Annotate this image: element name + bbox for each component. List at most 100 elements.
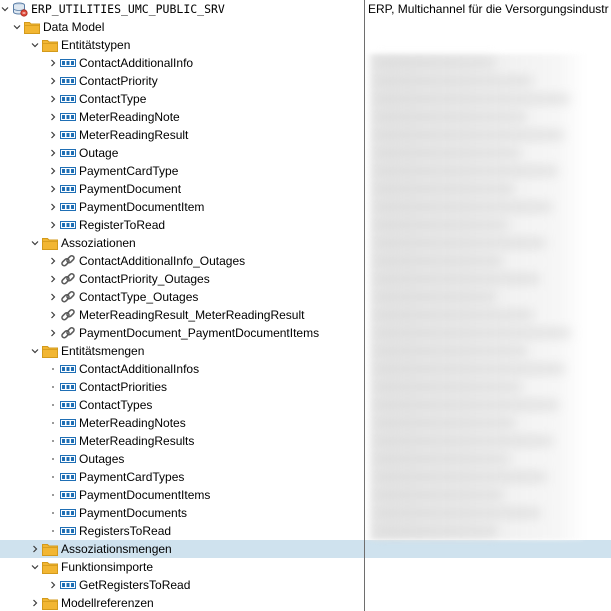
blurred-text-line — [376, 454, 510, 464]
tree-node-label: ContactAdditionalInfos — [79, 362, 200, 376]
link-icon — [59, 288, 77, 306]
leaf-bullet-icon — [48, 486, 58, 504]
blurred-text-line — [376, 94, 570, 104]
chevron-right-icon[interactable] — [48, 216, 58, 234]
entity-type-icon — [59, 414, 77, 432]
tree-node-label: PaymentDocuments — [79, 506, 188, 520]
tree-node-label: PaymentDocumentItems — [79, 488, 211, 502]
blurred-text-line — [376, 418, 516, 428]
blurred-text-line — [376, 364, 565, 374]
root-description: ERP, Multichannel für die Versorgungsind… — [368, 2, 609, 16]
tree-node-label: Assoziationen — [61, 236, 136, 250]
tree-node-label: Funktionsimporte — [61, 560, 154, 574]
chevron-down-icon[interactable] — [30, 234, 40, 252]
chevron-right-icon[interactable] — [48, 90, 58, 108]
chevron-right-icon[interactable] — [48, 126, 58, 144]
chevron-right-icon[interactable] — [48, 54, 58, 72]
description-column: ERP, Multichannel für die Versorgungsind… — [366, 0, 611, 611]
leaf-bullet-icon — [48, 504, 58, 522]
tree-node-label: Entitätstypen — [61, 38, 131, 52]
blurred-text-line — [376, 202, 552, 212]
tree-node-label: PaymentDocumentItem — [79, 200, 205, 214]
tree-node-label: PaymentDocument_PaymentDocumentItems — [79, 326, 320, 340]
chevron-right-icon[interactable] — [48, 270, 58, 288]
blurred-text-line — [376, 292, 497, 302]
blurred-text-line — [376, 76, 533, 86]
entity-type-icon — [59, 162, 77, 180]
chevron-down-icon[interactable] — [0, 0, 10, 18]
tree-node-label: ERP_UTILITIES_UMC_PUBLIC_SRV — [31, 2, 225, 16]
chevron-right-icon[interactable] — [48, 576, 58, 594]
link-icon — [59, 324, 77, 342]
tree-node-label: Data Model — [43, 20, 105, 34]
entity-type-icon — [59, 72, 77, 90]
blurred-text-line — [376, 220, 509, 230]
entity-type-icon — [59, 180, 77, 198]
entity-type-icon — [59, 378, 77, 396]
entity-type-icon — [59, 126, 77, 144]
chevron-right-icon[interactable] — [48, 252, 58, 270]
folder-icon — [41, 594, 59, 611]
chevron-right-icon[interactable] — [48, 108, 58, 126]
chevron-down-icon[interactable] — [12, 18, 22, 36]
leaf-bullet-icon — [48, 414, 58, 432]
chevron-right-icon[interactable] — [48, 162, 58, 180]
chevron-down-icon[interactable] — [30, 342, 40, 360]
blurred-text-line — [376, 526, 498, 536]
leaf-bullet-icon — [48, 450, 58, 468]
tree-node-label: MeterReadingNotes — [79, 416, 186, 430]
entity-type-icon — [59, 90, 77, 108]
chevron-right-icon[interactable] — [48, 72, 58, 90]
blurred-descriptions — [366, 54, 586, 540]
blurred-text-line — [376, 310, 534, 320]
entity-type-icon — [59, 450, 77, 468]
chevron-right-icon[interactable] — [48, 144, 58, 162]
entity-type-icon — [59, 108, 77, 126]
chevron-right-icon[interactable] — [48, 198, 58, 216]
chevron-right-icon[interactable] — [48, 306, 58, 324]
tree-node-label: MeterReadingResult — [79, 128, 189, 142]
tree-node-label: ContactPriority — [79, 74, 158, 88]
folder-icon — [41, 342, 59, 360]
leaf-bullet-icon — [48, 378, 58, 396]
link-icon — [59, 252, 77, 270]
entity-type-icon — [59, 216, 77, 234]
chevron-right-icon[interactable] — [30, 540, 40, 558]
chevron-down-icon[interactable] — [30, 36, 40, 54]
entity-type-icon — [59, 576, 77, 594]
entity-type-icon — [59, 432, 77, 450]
tree-view: ERP_UTILITIES_UMC_PUBLIC_SRV Data Model En… — [0, 0, 611, 611]
leaf-bullet-icon — [48, 522, 58, 540]
tree-node-label: Modellreferenzen — [61, 596, 154, 610]
blurred-text-line — [376, 184, 515, 194]
blurred-text-line — [376, 382, 522, 392]
chevron-right-icon[interactable] — [48, 288, 58, 306]
chevron-right-icon[interactable] — [48, 324, 58, 342]
blurred-text-line — [376, 58, 496, 68]
tree-node-label: RegistersToRead — [79, 524, 172, 538]
chevron-right-icon[interactable] — [30, 594, 40, 611]
tree-node-label: MeterReadingResult_MeterReadingResult — [79, 308, 305, 322]
link-icon — [59, 306, 77, 324]
tree-node-label: PaymentDocument — [79, 182, 182, 196]
folder-icon — [41, 234, 59, 252]
chevron-down-icon[interactable] — [30, 558, 40, 576]
service-explorer: ERP_UTILITIES_UMC_PUBLIC_SRV Data Model En… — [0, 0, 611, 611]
blurred-text-line — [376, 148, 521, 158]
entity-type-icon — [59, 468, 77, 486]
folder-icon — [23, 18, 41, 36]
tree-node-label: ContactAdditionalInfo — [79, 56, 194, 70]
blurred-text-line — [376, 508, 541, 518]
tree-node-label: Outages — [79, 452, 125, 466]
leaf-bullet-icon — [48, 360, 58, 378]
tree-node-label: GetRegistersToRead — [79, 578, 191, 592]
blurred-text-line — [376, 472, 547, 482]
service-database-icon — [11, 0, 29, 18]
column-divider[interactable] — [364, 0, 365, 611]
blurred-text-line — [376, 490, 504, 500]
blurred-text-line — [376, 400, 559, 410]
entity-type-icon — [59, 504, 77, 522]
blurred-text-line — [376, 436, 553, 446]
tree-node-label: MeterReadingNote — [79, 110, 180, 124]
chevron-right-icon[interactable] — [48, 180, 58, 198]
